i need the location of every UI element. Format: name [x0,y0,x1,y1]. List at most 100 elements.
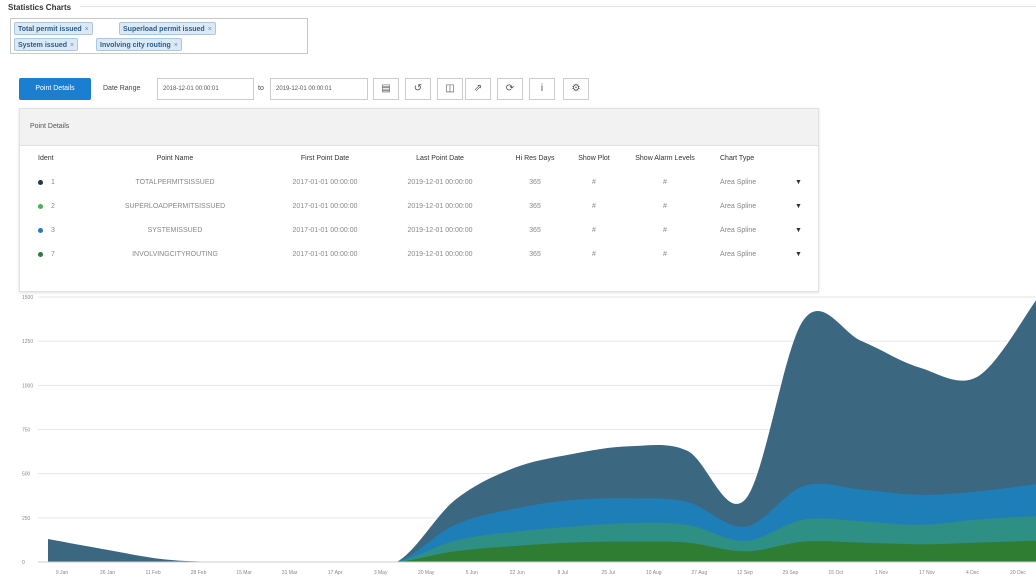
col-last-date: Last Point Date [416,155,464,162]
table-row: 2 SUPERLOADPERMITSISSUED 2017-01-01 00:00:… [30,195,810,219]
show-plot-toggle[interactable]: # [568,171,620,195]
tag-label: Involving city routing [100,42,171,49]
chevron-down-icon[interactable]: ▼ [795,219,805,243]
first-date-cell: 2017-01-01 00:00:00 [292,179,358,186]
hires-days-input[interactable]: 365 [500,243,570,267]
col-show-plot: Show Plot [578,155,610,162]
remove-tag-icon[interactable]: × [85,26,89,33]
series-color-dot [38,203,43,209]
table-header: Ident Point Name First Point Date Last P… [30,147,810,171]
x-tick-label: 1 Nov [875,570,889,576]
x-tick-label: 29 Sep [782,570,798,576]
x-tick-label: 9 Jan [56,570,68,576]
series-color-dot [38,251,43,257]
x-tick-label: 26 Jan [100,570,115,576]
ident-value: 2 [51,203,55,210]
date-to-input[interactable]: 2019-12-01 00:00:01 [270,78,368,100]
table-row: 7 INVOLVINGCITYROUTING 2017-01-01 00:00:00… [30,243,810,267]
to-label: to [258,85,264,92]
ident-value: 1 [51,179,55,186]
chevron-down-icon[interactable]: ▼ [795,243,805,267]
hires-days-input[interactable]: 365 [500,171,570,195]
first-date-cell: 2017-01-01 00:00:00 [292,203,358,210]
divider [80,6,1036,7]
x-tick-label: 17 Nov [919,570,935,576]
panel-title: Point Details [20,109,818,146]
chart-type-select[interactable]: Area Spline [720,171,790,195]
tag-label: Total permit issued [18,26,82,33]
remove-tag-icon[interactable]: × [208,26,212,33]
table-icon[interactable]: ◫ [437,78,463,100]
point-details-button[interactable]: Point Details [19,78,91,100]
hires-days-input[interactable]: 365 [500,219,570,243]
tag-label: System issued [18,42,68,49]
x-tick-label: 25 Jul [602,570,615,576]
col-first-date: First Point Date [300,155,350,162]
last-date-cell: 2019-12-01 00:00:00 [407,251,473,258]
info-icon[interactable]: i [529,78,555,100]
first-date-cell: 2017-01-01 00:00:00 [292,227,358,234]
tag-total-permit[interactable]: Total permit issued × [14,22,93,35]
refresh-icon[interactable]: ⟳ [497,78,523,100]
y-tick-label: 1250 [22,339,33,345]
col-hires-days: Hi Res Days [515,155,555,162]
chevron-down-icon[interactable]: ▼ [795,195,805,219]
y-tick-label: 1000 [22,383,33,389]
chevron-down-icon[interactable]: ▼ [795,171,805,195]
last-date-cell: 2019-12-01 00:00:00 [407,203,473,210]
col-ident: Ident [38,155,54,162]
x-tick-label: 11 Feb [145,570,160,576]
series-color-dot [38,179,43,185]
undo-icon[interactable]: ↺ [405,78,431,100]
show-alarm-toggle[interactable]: # [620,219,710,243]
col-chart-type: Chart Type [720,155,755,162]
ident-cell: 2 [38,195,78,219]
tag-system-issued[interactable]: System issued × [14,38,79,51]
y-tick-label: 0 [22,560,25,566]
show-plot-toggle[interactable]: # [568,219,620,243]
y-tick-label: 750 [22,428,31,434]
show-plot-toggle[interactable]: # [568,195,620,219]
tag-city-routing[interactable]: Involving city routing × [96,38,182,51]
show-plot-toggle[interactable]: # [568,243,620,267]
show-alarm-toggle[interactable]: # [620,171,710,195]
last-date-cell: 2019-12-01 00:00:00 [407,227,473,234]
x-tick-label: 20 Dec [1010,570,1026,576]
x-tick-label: 31 Mar [282,570,298,576]
point-name-cell: INVOLVINGCITYROUTING [132,251,218,258]
x-tick-label: 4 Dec [966,570,980,576]
remove-tag-icon[interactable]: × [174,42,178,49]
x-tick-label: 20 May [418,570,435,576]
x-tick-label: 8 Jul [557,570,568,576]
ident-value: 3 [51,227,55,234]
settings-icon[interactable]: ⚙ [563,78,589,100]
x-tick-label: 17 Apr [328,570,343,576]
tag-superload-permit[interactable]: Superload permit issued × [119,22,216,35]
x-tick-label: 15 Oct [829,570,844,576]
col-point-name: Point Name [156,155,194,162]
chart-type-select[interactable]: Area Spline [720,243,790,267]
show-alarm-toggle[interactable]: # [620,195,710,219]
toolbar: Point Details Date Range 2018-12-01 00:0… [0,78,600,100]
hires-days-input[interactable]: 365 [500,195,570,219]
ident-cell: 7 [38,243,78,267]
chart-type-select[interactable]: Area Spline [720,195,790,219]
export-icon[interactable]: ⇗ [465,78,491,100]
page-title: Statistics Charts [8,3,72,12]
series-tag-input[interactable]: Total permit issued × Superload permit is… [10,18,308,54]
date-from-input[interactable]: 2018-12-01 00:00:01 [157,78,254,100]
chart-icon[interactable]: ▤ [373,78,399,100]
point-name-cell: SUPERLOADPERMITSISSUED [124,203,226,210]
point-name-cell: SYSTEMISSUED [147,227,203,234]
last-date-cell: 2019-12-01 00:00:00 [407,179,473,186]
y-tick-label: 500 [22,472,31,478]
ident-cell: 3 [38,219,78,243]
point-name-cell: TOTALPERMITSISSUED [135,179,215,186]
remove-tag-icon[interactable]: × [70,42,74,49]
point-details-panel: Point Details Ident Point Name First Poi… [19,108,819,292]
y-tick-label: 1500 [22,295,33,301]
show-alarm-toggle[interactable]: # [620,243,710,267]
chart-type-select[interactable]: Area Spline [720,219,790,243]
x-tick-label: 10 Aug [646,570,662,576]
y-tick-label: 250 [22,516,31,522]
